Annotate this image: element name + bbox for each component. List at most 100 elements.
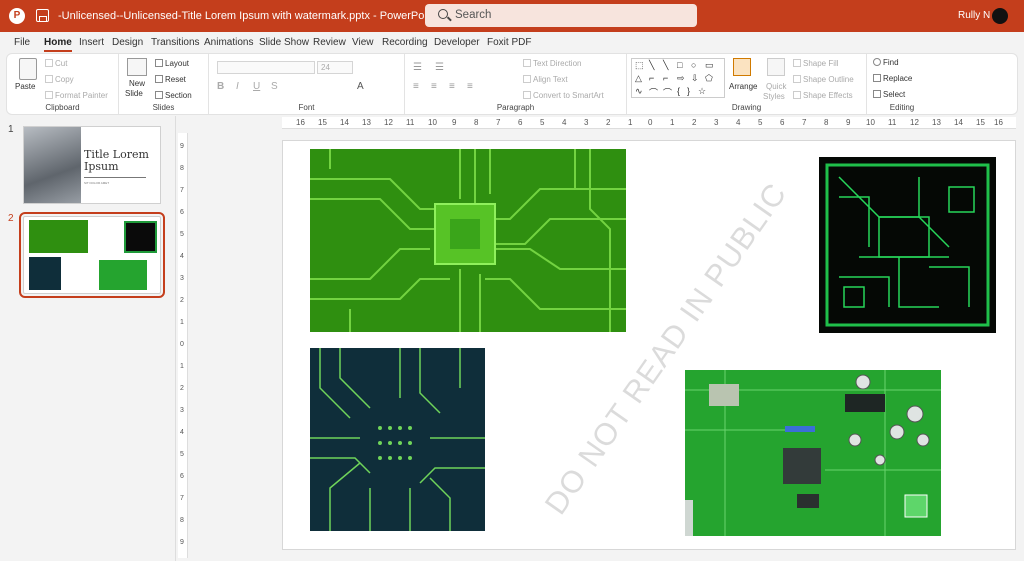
shape-fill-button[interactable]: Shape Fill bbox=[793, 59, 839, 68]
brush-icon bbox=[45, 91, 53, 99]
font-name-combo[interactable] bbox=[217, 61, 315, 74]
tab-file[interactable]: File bbox=[14, 37, 30, 48]
reset-icon bbox=[155, 75, 163, 83]
quick-styles-button[interactable]: Quick bbox=[766, 82, 786, 91]
new-slide-button[interactable]: New bbox=[129, 79, 145, 88]
section-button[interactable]: Section bbox=[155, 91, 192, 100]
pentagon-shape-icon[interactable]: ⬠ bbox=[705, 73, 713, 84]
paste-button[interactable]: Paste bbox=[15, 82, 35, 91]
tab-developer[interactable]: Developer bbox=[434, 37, 480, 48]
slide-thumbnail-1[interactable]: Title Lorem Ipsum SIT DOLOR AMET bbox=[23, 126, 161, 204]
font-size-combo[interactable]: 24 bbox=[317, 61, 353, 74]
shapes-gallery[interactable]: ⬚ ╲ ╲ □ ○ ▭ △ ⌐ ⌐ ⇨ ⇩ ⬠ ∿ ⌒ ⌒ { } ☆ bbox=[631, 58, 725, 98]
textbox-shape-icon[interactable]: ⬚ bbox=[635, 60, 644, 71]
reset-button[interactable]: Reset bbox=[155, 75, 186, 84]
quick-styles-icon[interactable] bbox=[767, 58, 785, 76]
pcb-image-black[interactable] bbox=[819, 157, 996, 333]
rectangle-shape-icon[interactable]: □ bbox=[677, 60, 682, 70]
curve-shape-icon[interactable]: ⌒ bbox=[663, 86, 672, 99]
shape-outline-button[interactable]: Shape Outline bbox=[793, 75, 854, 84]
shape-effects-button[interactable]: Shape Effects bbox=[793, 91, 853, 100]
new-slide-button-line2[interactable]: Slide bbox=[125, 89, 143, 98]
tab-review[interactable]: Review bbox=[313, 37, 346, 48]
find-button[interactable]: Find bbox=[873, 58, 899, 67]
bullets-icon[interactable]: ☰ bbox=[413, 62, 422, 73]
user-name[interactable]: Rully N bbox=[958, 10, 990, 21]
smartart-icon bbox=[523, 91, 531, 99]
font-color-button[interactable]: A bbox=[357, 81, 364, 92]
slides-group: New Slide Layout Reset Section Slides bbox=[119, 54, 209, 114]
paragraph-label: Paragraph bbox=[496, 103, 535, 112]
avatar[interactable] bbox=[992, 8, 1008, 24]
quick-styles-button-line2[interactable]: Styles bbox=[763, 92, 785, 101]
tab-recording[interactable]: Recording bbox=[382, 37, 428, 48]
numbering-icon[interactable]: ☰ bbox=[435, 62, 444, 73]
ribbon: Paste Cut Copy Format Painter Clipboard … bbox=[6, 53, 1018, 115]
layout-button[interactable]: Layout bbox=[155, 59, 189, 68]
search-placeholder: Search bbox=[455, 9, 492, 21]
tab-slide-show[interactable]: Slide Show bbox=[259, 37, 309, 48]
tab-animations[interactable]: Animations bbox=[204, 37, 253, 48]
brace-right-shape-icon[interactable]: } bbox=[687, 86, 690, 96]
italic-button[interactable]: I bbox=[236, 81, 239, 92]
brace-shape-icon[interactable]: { bbox=[677, 86, 680, 96]
tab-transitions[interactable]: Transitions bbox=[151, 37, 200, 48]
thumbnail-subtitle: SIT DOLOR AMET bbox=[84, 181, 110, 185]
align-left-icon[interactable]: ≡ bbox=[413, 81, 419, 92]
search-input[interactable]: Search bbox=[425, 4, 697, 27]
replace-button[interactable]: Replace bbox=[873, 74, 912, 83]
arrow-down-shape-icon[interactable]: ⇩ bbox=[691, 73, 699, 84]
new-slide-icon[interactable] bbox=[127, 58, 147, 76]
rounded-rectangle-shape-icon[interactable]: ▭ bbox=[705, 60, 714, 71]
arrange-button[interactable]: Arrange bbox=[729, 82, 757, 91]
pcb-image-components[interactable] bbox=[685, 370, 941, 536]
connector-shape-icon[interactable]: ⌐ bbox=[649, 73, 654, 83]
find-icon bbox=[873, 58, 881, 66]
thumbnail-title: Title Lorem Ipsum bbox=[84, 148, 149, 173]
select-button[interactable]: Select bbox=[873, 90, 905, 99]
select-cursor-icon bbox=[873, 90, 881, 98]
connector-shape-icon-2[interactable]: ⌐ bbox=[663, 73, 668, 83]
tab-home[interactable]: Home bbox=[44, 37, 72, 52]
star-shape-icon[interactable]: ☆ bbox=[698, 86, 706, 97]
pcb-image bbox=[29, 257, 61, 290]
bold-button[interactable]: B bbox=[217, 81, 224, 92]
arrow-right-shape-icon[interactable]: ⇨ bbox=[677, 73, 685, 84]
pcb-image-green[interactable] bbox=[310, 149, 626, 332]
arc-shape-icon[interactable]: ⌒ bbox=[649, 86, 658, 99]
replace-icon bbox=[873, 74, 881, 82]
arrange-icon[interactable] bbox=[733, 58, 751, 76]
slide-canvas[interactable]: DO NOT READ IN PUBLIC bbox=[282, 140, 1016, 550]
paste-icon[interactable] bbox=[19, 58, 37, 80]
align-text-button[interactable]: Align Text bbox=[523, 75, 568, 84]
tab-design[interactable]: Design bbox=[112, 37, 143, 48]
copy-icon bbox=[45, 75, 53, 83]
underline-button[interactable]: U bbox=[253, 81, 260, 92]
triangle-shape-icon[interactable]: △ bbox=[635, 73, 642, 84]
slide-thumbnail-2[interactable] bbox=[19, 212, 165, 298]
tab-view[interactable]: View bbox=[352, 37, 374, 48]
tab-foxit-pdf[interactable]: Foxit PDF bbox=[487, 37, 531, 48]
justify-icon[interactable]: ≡ bbox=[467, 81, 473, 92]
text-direction-button[interactable]: Text Direction bbox=[523, 59, 581, 68]
pcb-image bbox=[124, 221, 157, 253]
slide-number: 2 bbox=[8, 213, 14, 224]
tab-insert[interactable]: Insert bbox=[79, 37, 104, 48]
pcb-image-navy[interactable] bbox=[310, 348, 485, 531]
pcb-image bbox=[29, 220, 88, 253]
freeform-shape-icon[interactable]: ∿ bbox=[635, 86, 643, 97]
copy-button[interactable]: Copy bbox=[45, 75, 74, 84]
slides-label: Slides bbox=[152, 103, 175, 112]
format-painter-button[interactable]: Format Painter bbox=[45, 91, 108, 100]
stairs-image bbox=[24, 127, 81, 203]
effects-icon bbox=[793, 91, 801, 99]
strikethrough-button[interactable]: S bbox=[271, 81, 278, 92]
convert-smartart-button[interactable]: Convert to SmartArt bbox=[523, 91, 604, 100]
align-right-icon[interactable]: ≡ bbox=[449, 81, 455, 92]
cut-button[interactable]: Cut bbox=[45, 59, 67, 68]
line-shape-icon-2[interactable]: ╲ bbox=[663, 60, 668, 71]
oval-shape-icon[interactable]: ○ bbox=[691, 60, 696, 70]
align-center-icon[interactable]: ≡ bbox=[431, 81, 437, 92]
save-icon[interactable] bbox=[36, 9, 49, 22]
line-shape-icon[interactable]: ╲ bbox=[649, 60, 654, 71]
